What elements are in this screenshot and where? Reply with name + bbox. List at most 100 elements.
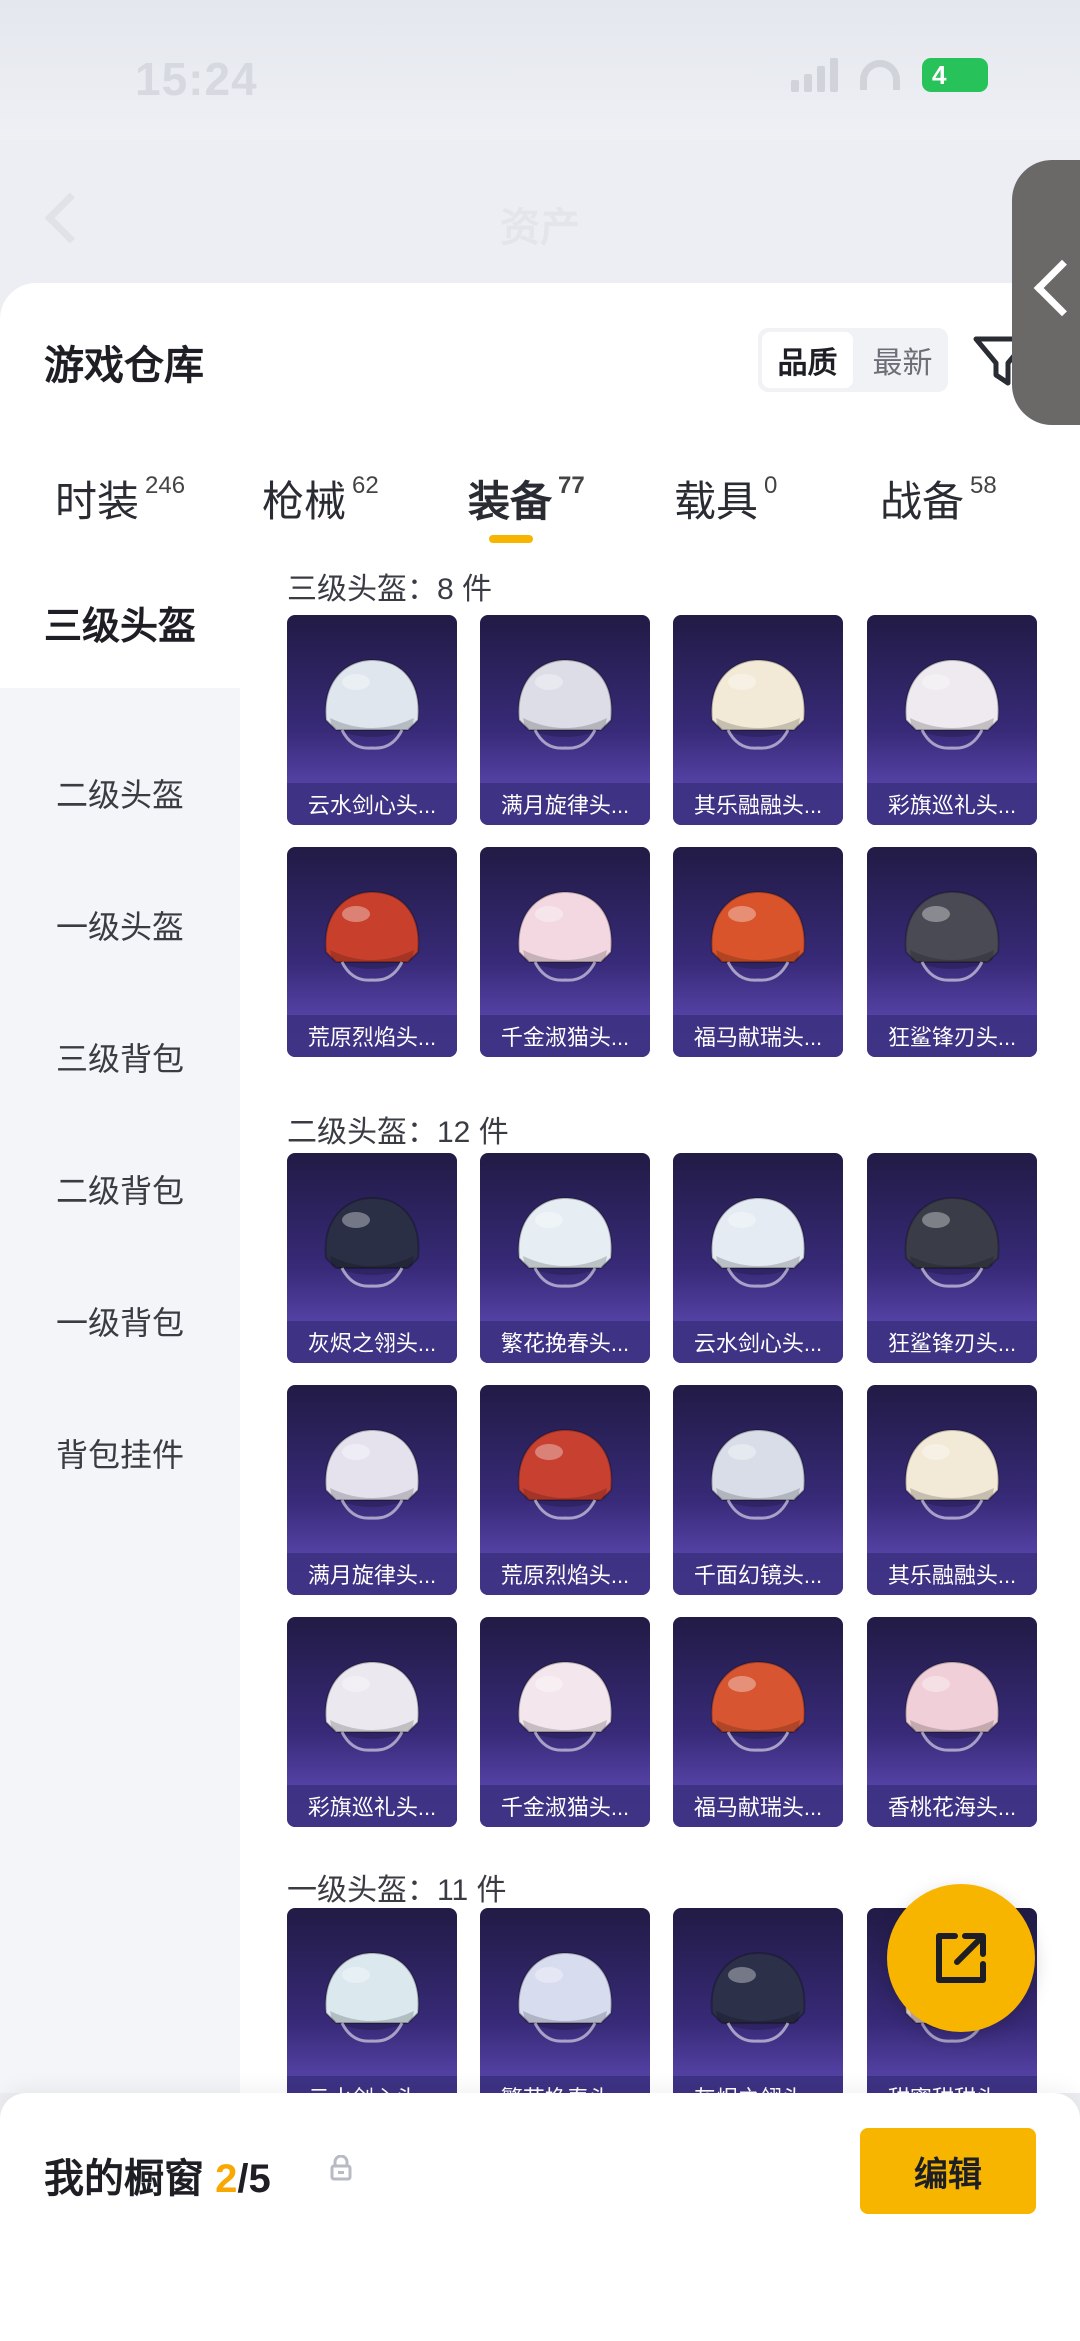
status-time: 15:24 (135, 53, 258, 105)
category-backpack-pendant[interactable]: 背包挂件 (0, 1413, 240, 1493)
tab-count: 58 (970, 472, 997, 499)
item-name: 狂鲨锋刃头... (867, 1321, 1037, 1363)
tab-count: 246 (145, 472, 186, 499)
inventory-item-card[interactable]: 福马献瑞头... (673, 1617, 843, 1827)
nav-title: 资产 (500, 206, 580, 250)
tab-equipment[interactable]: 装备 77 (468, 468, 585, 529)
inventory-item-card[interactable]: 狂鲨锋刃头... (867, 1153, 1037, 1363)
item-name: 荒原烈焰头... (287, 1015, 457, 1057)
helmet-icon (710, 658, 806, 750)
item-name: 满月旋律头... (480, 783, 650, 825)
sort-quality-option[interactable]: 品质 (762, 332, 853, 388)
helmet-icon (710, 1428, 806, 1520)
item-name: 千面幻镜头... (673, 1553, 843, 1595)
side-drawer-handle[interactable] (1012, 160, 1080, 425)
share-icon (936, 1933, 986, 1983)
inventory-item-card[interactable]: 荒原烈焰头... (287, 847, 457, 1057)
edit-button[interactable]: 编辑 (860, 2128, 1036, 2214)
category-sidebar: 三级头盔 二级头盔 一级头盔 三级背包 二级背包 一级背包 背包挂件 (0, 556, 240, 2093)
category-level1-backpack[interactable]: 一级背包 (0, 1281, 240, 1361)
inventory-item-card[interactable]: 灰烬之翎头... (287, 1153, 457, 1363)
item-name: 香桃花海头... (867, 1785, 1037, 1827)
tab-vehicles[interactable]: 载具 0 (674, 468, 777, 529)
inventory-item-card[interactable]: 彩旗巡礼头... (287, 1617, 457, 1827)
inventory-item-card[interactable]: 其乐融融头... (867, 1385, 1037, 1595)
category-level2-helmet[interactable]: 二级头盔 (0, 753, 240, 833)
showcase-bar: 我的橱窗 2/5 编辑 (0, 2093, 1080, 2341)
tab-label: 装备 (468, 478, 553, 525)
helmet-icon (324, 1660, 420, 1752)
tab-count: 62 (352, 472, 379, 499)
inventory-item-card[interactable]: 千金淑猫头... (480, 847, 650, 1057)
inventory-item-card[interactable]: 千金淑猫头... (480, 1617, 650, 1827)
inventory-item-card[interactable]: 云水剑心头... (673, 1153, 843, 1363)
item-name: 灰烬之翎头... (673, 2076, 843, 2093)
item-name: 福马献瑞头... (673, 1015, 843, 1057)
inventory-item-card[interactable]: 满月旋律头... (480, 615, 650, 825)
item-name: 彩旗巡礼头... (287, 1785, 457, 1827)
tab-supplies[interactable]: 战备 58 (880, 468, 997, 529)
inventory-item-card[interactable]: 云水剑心头... (287, 615, 457, 825)
helmet-icon (324, 1196, 420, 1288)
helmet-icon (710, 1951, 806, 2043)
section-title-level3: 三级头盔：8 件 (287, 573, 493, 606)
helmet-icon (904, 1660, 1000, 1752)
item-name: 狂鲨锋刃头... (867, 1015, 1037, 1057)
status-bar: 15:24 4 (0, 0, 1080, 140)
inventory-item-card[interactable]: 满月旋律头... (287, 1385, 457, 1595)
tab-fashion[interactable]: 时装 246 (55, 468, 185, 529)
helmet-icon (904, 1428, 1000, 1520)
item-name: 繁花挽春头... (480, 1321, 650, 1363)
category-level3-helmet[interactable]: 三级头盔 (0, 556, 240, 688)
tab-weapons[interactable]: 枪械 62 (262, 468, 379, 529)
showcase-label: 我的橱窗 2/5 (44, 2146, 271, 2204)
item-name: 云水剑心头... (287, 2076, 457, 2093)
category-level1-helmet[interactable]: 一级头盔 (0, 885, 240, 965)
helmet-icon (517, 1660, 613, 1752)
inventory-item-card[interactable]: 灰烬之翎头... (673, 1908, 843, 2093)
lock-icon (330, 2155, 352, 2181)
helmet-icon (324, 658, 420, 750)
inventory-item-card[interactable]: 云水剑心头... (287, 1908, 457, 2093)
inventory-item-card[interactable]: 繁花挽春头... (480, 1153, 650, 1363)
item-name: 云水剑心头... (673, 1321, 843, 1363)
panel-title: 游戏仓库 (44, 344, 204, 388)
active-tab-indicator (489, 535, 533, 543)
showcase-title: 我的橱窗 (44, 2157, 204, 2201)
helmet-icon (904, 658, 1000, 750)
sort-toggle: 品质 最新 (758, 328, 948, 392)
inventory-item-card[interactable]: 千面幻镜头... (673, 1385, 843, 1595)
category-level3-backpack[interactable]: 三级背包 (0, 1017, 240, 1097)
nav-bar: 资产 (0, 140, 1080, 290)
inventory-item-card[interactable]: 繁花挽春头... (480, 1908, 650, 2093)
inventory-item-card[interactable]: 彩旗巡礼头... (867, 615, 1037, 825)
showcase-count-current: 2 (215, 2157, 238, 2201)
inventory-item-card[interactable]: 其乐融融头... (673, 615, 843, 825)
helmet-icon (324, 1951, 420, 2043)
helmet-icon (517, 1428, 613, 1520)
inventory-item-card[interactable]: 香桃花海头... (867, 1617, 1037, 1827)
helmet-icon (517, 1951, 613, 2043)
category-level2-backpack[interactable]: 二级背包 (0, 1149, 240, 1229)
showcase-count-total: /5 (237, 2157, 271, 2201)
helmet-icon (517, 890, 613, 982)
tab-label: 载具 (674, 478, 759, 525)
item-name: 满月旋律头... (287, 1553, 457, 1595)
section-title-level2: 二级头盔：12 件 (287, 1116, 509, 1149)
sort-newest-option[interactable]: 最新 (857, 328, 948, 392)
chevron-left-icon (1033, 259, 1080, 317)
item-name: 彩旗巡礼头... (867, 783, 1037, 825)
section-title-level1: 一级头盔：11 件 (287, 1874, 507, 1907)
inventory-item-card[interactable]: 福马献瑞头... (673, 847, 843, 1057)
game-warehouse-panel: 游戏仓库 品质 最新 时装 246 枪械 62 装备 77 载具 0 战备 58 三级头盔… (0, 283, 1080, 2093)
helmet-icon (904, 1196, 1000, 1288)
tab-label: 枪械 (262, 478, 347, 525)
item-name: 千金淑猫头... (480, 1785, 650, 1827)
item-name: 云水剑心头... (287, 783, 457, 825)
battery-level: 4 (932, 59, 947, 90)
item-name: 荒原烈焰头... (480, 1553, 650, 1595)
share-button[interactable] (887, 1884, 1035, 2032)
inventory-item-card[interactable]: 狂鲨锋刃头... (867, 847, 1037, 1057)
inventory-item-card[interactable]: 荒原烈焰头... (480, 1385, 650, 1595)
item-grid: 三级头盔：8 件 二级头盔：12 件 一级头盔：11 件 云水剑心头... 满月旋… (240, 556, 1080, 2093)
